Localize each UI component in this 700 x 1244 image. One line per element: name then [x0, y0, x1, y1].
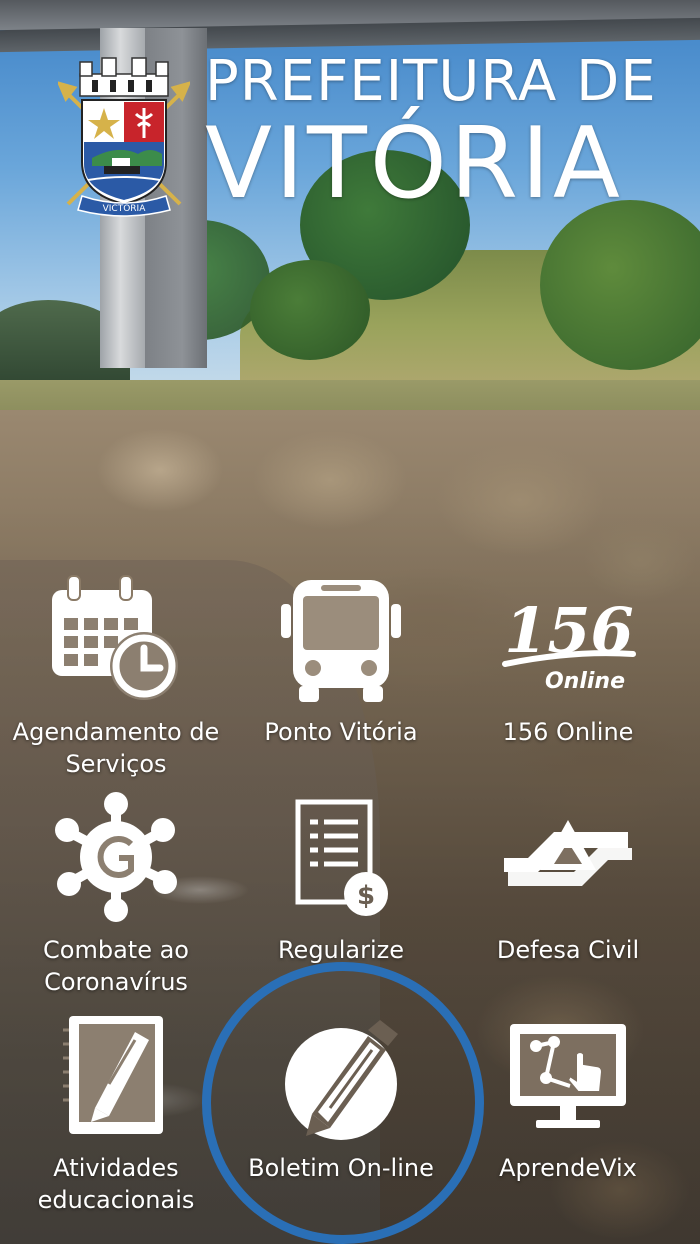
coat-of-arms-logo: VICTORIA: [56, 54, 192, 218]
app-title: PREFEITURA DE VITÓRIA: [205, 49, 657, 221]
logo-word: Online: [545, 669, 625, 694]
title-line-1: PREFEITURA DE: [205, 49, 657, 114]
service-label: Ponto Vitória: [264, 718, 418, 746]
service-label: AprendeVix: [499, 1154, 637, 1182]
document-dollar-icon: $: [286, 798, 396, 922]
service-regularize[interactable]: $ Regularize: [225, 792, 457, 1002]
service-label: Atividades educacionais: [37, 1154, 195, 1214]
service-ponto-vitoria[interactable]: Ponto Vitória: [225, 574, 457, 794]
service-label: Agendamento de Serviços: [12, 718, 220, 778]
svg-text:$: $: [357, 881, 375, 911]
service-label: Combate ao Coronavírus: [43, 936, 189, 996]
civil-defense-icon: [498, 814, 638, 904]
156-online-logo: 156 Online: [493, 588, 643, 698]
service-156-online[interactable]: 156 Online 156 Online: [452, 574, 684, 794]
monitor-touch-icon: [506, 1020, 630, 1138]
service-label: Defesa Civil: [496, 936, 640, 964]
service-label: Boletim On-line: [248, 1154, 434, 1182]
virus-icon: [51, 792, 181, 922]
coat-of-arms-text: VICTORIA: [103, 204, 147, 214]
pencil-circle-icon: [276, 1012, 406, 1142]
service-boletim-online[interactable]: Boletim On-line: [225, 1012, 457, 1212]
service-defesa-civil[interactable]: Defesa Civil: [452, 792, 684, 1002]
bus-icon: [281, 580, 401, 704]
notebook-pencil-icon: [61, 1012, 171, 1140]
calendar-clock-icon: [46, 574, 186, 704]
title-line-2: VITÓRIA: [205, 107, 623, 221]
service-coronavirus[interactable]: Combate ao Coronavírus: [0, 792, 232, 1002]
service-label: Regularize: [277, 936, 405, 964]
service-label: 156 Online: [502, 718, 634, 746]
service-aprendevix[interactable]: AprendeVix: [452, 1012, 684, 1212]
service-atividades-educacionais[interactable]: Atividades educacionais: [0, 1012, 232, 1232]
service-agendamento[interactable]: Agendamento de Serviços: [0, 574, 232, 794]
